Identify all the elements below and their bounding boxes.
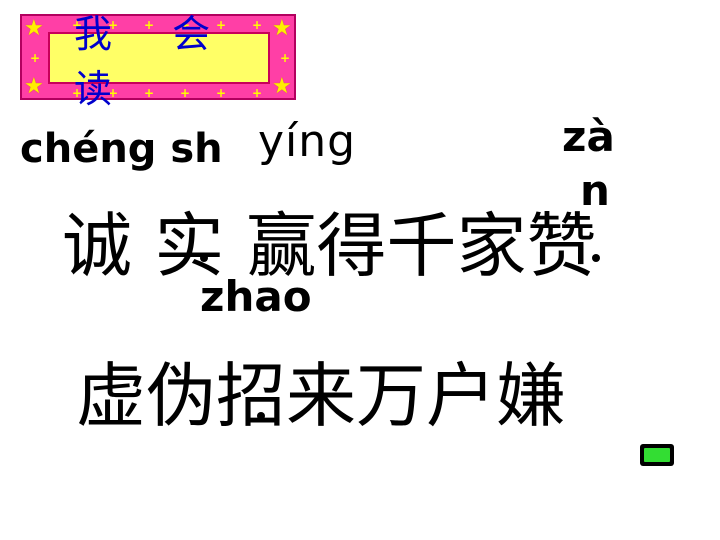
next-button-face[interactable] — [644, 448, 670, 462]
title-banner: ★ ★ ★ ★ + + + + + + + + + + + + + + 我 会 … — [20, 12, 296, 111]
star-icon: ★ — [272, 16, 292, 41]
banner-title: 我 会 读 — [74, 12, 235, 111]
pinyin-cheng-shi: chéng sh — [20, 126, 223, 172]
next-button[interactable] — [640, 444, 674, 466]
banner-inner-panel: 我 会 读 — [48, 12, 270, 111]
emphasis-dot — [257, 412, 265, 420]
pinyin-ying: yíng — [258, 116, 357, 167]
emphasis-dot — [200, 254, 208, 262]
star-icon: ★ — [24, 74, 44, 99]
sparkle-icon: + — [280, 51, 291, 65]
sentence-line-1: 诚 实 赢得千家赞 — [62, 205, 597, 287]
star-icon: ★ — [272, 74, 292, 99]
pinyin-zan-part1: zà — [562, 112, 615, 161]
sentence-line-2: 虚伪招来万户嫌 — [76, 355, 566, 437]
emphasis-dot — [592, 254, 600, 262]
sparkle-icon: + — [30, 51, 41, 65]
star-icon: ★ — [24, 16, 44, 41]
